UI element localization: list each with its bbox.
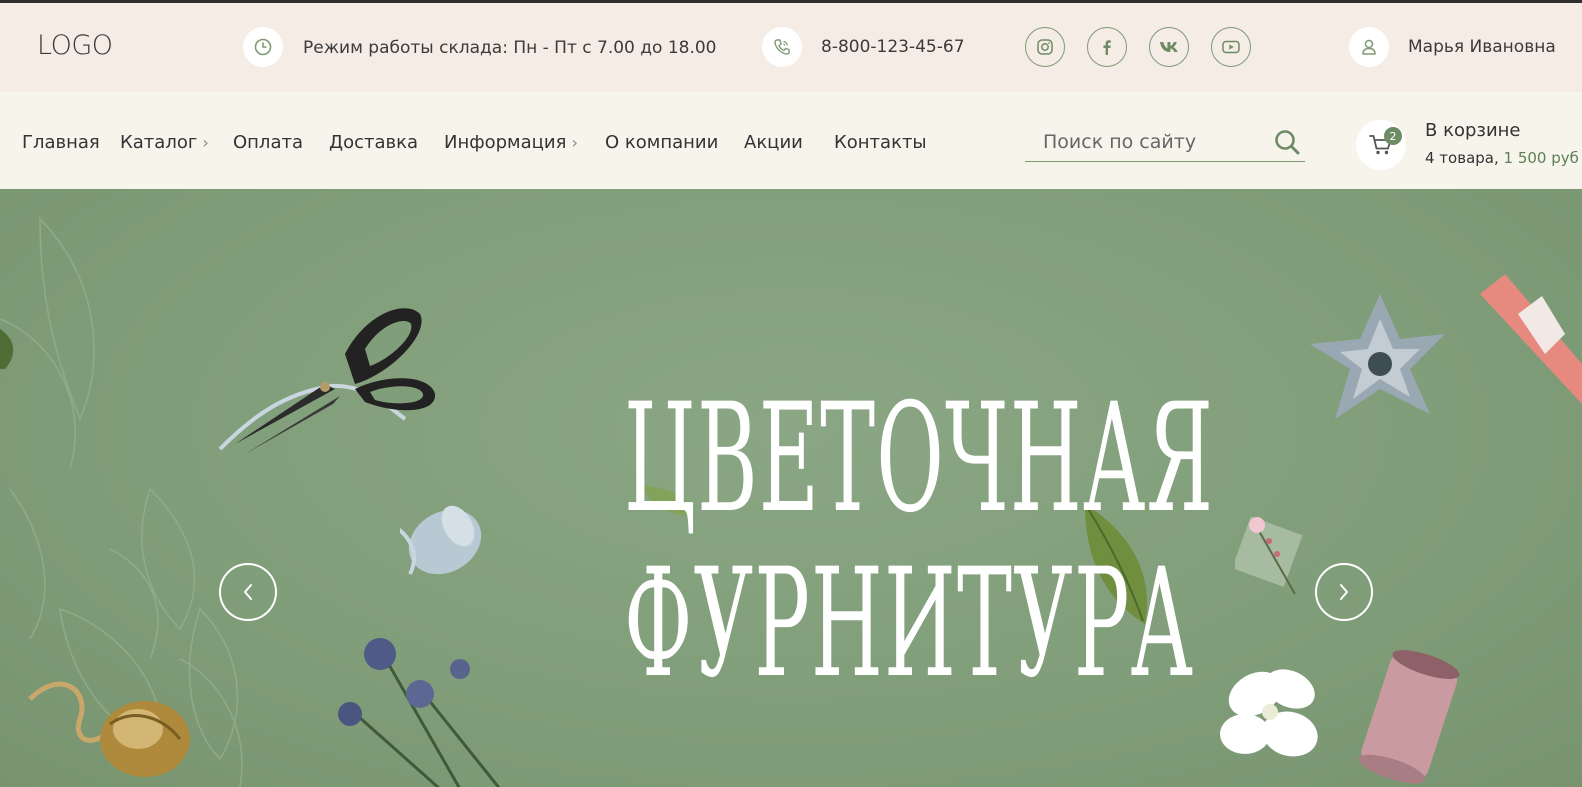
hero-slider: ЦВЕТОЧНАЯ ФУРНИТУРА <box>0 189 1582 787</box>
vk-icon[interactable] <box>1149 27 1189 67</box>
pink-tape-decoration <box>1480 274 1582 404</box>
nav-item-contacts[interactable]: Контакты <box>834 132 927 153</box>
gift-bow-decoration <box>1310 294 1445 419</box>
hero-title-line-2: ФУРНИТУРА <box>624 537 1195 711</box>
ribbon-spool-decoration <box>400 505 482 575</box>
clock-icon <box>243 27 283 67</box>
cart-total-price: 1 500 руб <box>1503 149 1579 167</box>
user-icon[interactable] <box>1349 27 1389 67</box>
search-icon[interactable] <box>1273 128 1301 160</box>
chevron-right-icon <box>1340 584 1348 600</box>
user-name[interactable]: Марья Ивановна <box>1408 37 1556 57</box>
nav-item-delivery[interactable]: Доставка <box>329 132 418 153</box>
cart-count-badge: 2 <box>1384 127 1402 145</box>
white-flower-decoration <box>1220 669 1318 757</box>
facebook-icon[interactable] <box>1087 27 1127 67</box>
nav-item-catalog[interactable]: Каталог › <box>120 132 209 153</box>
phone-number[interactable]: 8-800-123-45-67 <box>821 37 965 57</box>
chevron-right-icon: › <box>202 133 209 152</box>
chevron-right-icon: › <box>571 133 578 152</box>
edge-leaf-decoration <box>0 329 14 369</box>
nav-item-about[interactable]: О компании <box>605 132 718 153</box>
search-input[interactable] <box>1043 128 1263 156</box>
main-navigation: Главная Каталог › Оплата Доставка Информа… <box>0 92 1582 189</box>
instagram-icon[interactable] <box>1025 27 1065 67</box>
nav-item-information[interactable]: Информация › <box>444 132 578 153</box>
flower-sprig-decoration <box>1235 516 1303 595</box>
slider-prev-button[interactable] <box>219 563 277 621</box>
thistle-flowers-decoration <box>338 638 501 787</box>
cart-items-count: 4 товара, <box>1425 149 1504 167</box>
slider-next-button[interactable] <box>1315 563 1373 621</box>
phone-icon <box>762 27 802 67</box>
cart-title[interactable]: В корзине <box>1425 120 1521 141</box>
site-logo[interactable]: LOGO <box>37 30 113 61</box>
hero-title-line-1: ЦВЕТОЧНАЯ <box>624 372 1215 546</box>
top-info-bar: LOGO Режим работы склада: Пн - Пт с 7.00… <box>0 3 1582 92</box>
scissors-decoration <box>218 308 436 454</box>
pink-ribbon-spool-decoration <box>1358 650 1460 784</box>
gold-ribbon-decoration <box>28 681 190 777</box>
site-search <box>1025 120 1305 162</box>
nav-item-home[interactable]: Главная <box>22 132 100 153</box>
cart-icon[interactable] <box>1356 120 1406 170</box>
nav-item-payment[interactable]: Оплата <box>233 132 303 153</box>
youtube-icon[interactable] <box>1211 27 1251 67</box>
nav-item-promotions[interactable]: Акции <box>744 132 803 153</box>
warehouse-hours: Режим работы склада: Пн - Пт с 7.00 до 1… <box>303 38 717 58</box>
cart-summary: 4 товара, 1 500 руб <box>1425 149 1579 167</box>
chevron-left-icon <box>244 584 252 600</box>
